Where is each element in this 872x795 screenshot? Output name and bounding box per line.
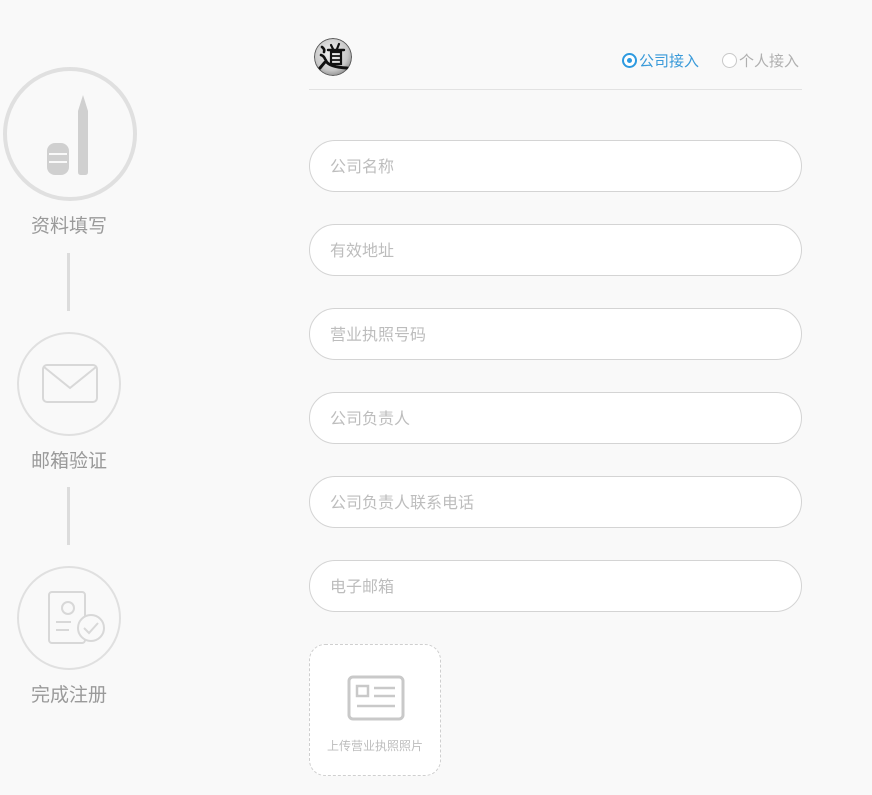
upload-license-button[interactable]: 上传营业执照照片	[309, 644, 441, 776]
id-card-icon	[347, 675, 405, 721]
contact-phone-input[interactable]	[309, 476, 802, 528]
license-number-input[interactable]	[309, 308, 802, 360]
step-1-circle	[3, 67, 137, 201]
company-name-input[interactable]	[309, 140, 802, 192]
upload-license-label: 上传营业执照照片	[326, 739, 423, 753]
step-1-label: 资料填写	[30, 215, 107, 237]
person-in-charge-input[interactable]	[309, 392, 802, 444]
envelope-icon	[42, 364, 98, 403]
header-divider	[309, 89, 802, 90]
step-2-circle	[17, 332, 121, 436]
document-check-icon	[48, 591, 105, 644]
step-connector	[67, 487, 70, 545]
personal-access-radio[interactable]: 个人接入	[722, 51, 800, 70]
address-input[interactable]	[309, 224, 802, 276]
registration-page: 资料填写 邮箱验证 完成注册 公司接入 个人接入 公司名称 有效地址 营业执照号…	[0, 0, 872, 795]
pen-icon	[47, 95, 88, 175]
company-access-label: 公司接入	[639, 51, 700, 70]
step-3-circle	[17, 566, 121, 670]
radio-unchecked-icon	[722, 52, 737, 68]
personal-access-label: 个人接入	[739, 51, 800, 70]
dao-logo-icon	[314, 38, 352, 76]
company-access-radio[interactable]: 公司接入	[622, 51, 700, 70]
step-2-label: 邮箱验证	[30, 450, 107, 472]
radio-checked-icon	[622, 52, 637, 68]
email-input[interactable]	[309, 560, 802, 612]
step-3-label: 完成注册	[30, 684, 107, 706]
step-connector	[67, 253, 70, 311]
